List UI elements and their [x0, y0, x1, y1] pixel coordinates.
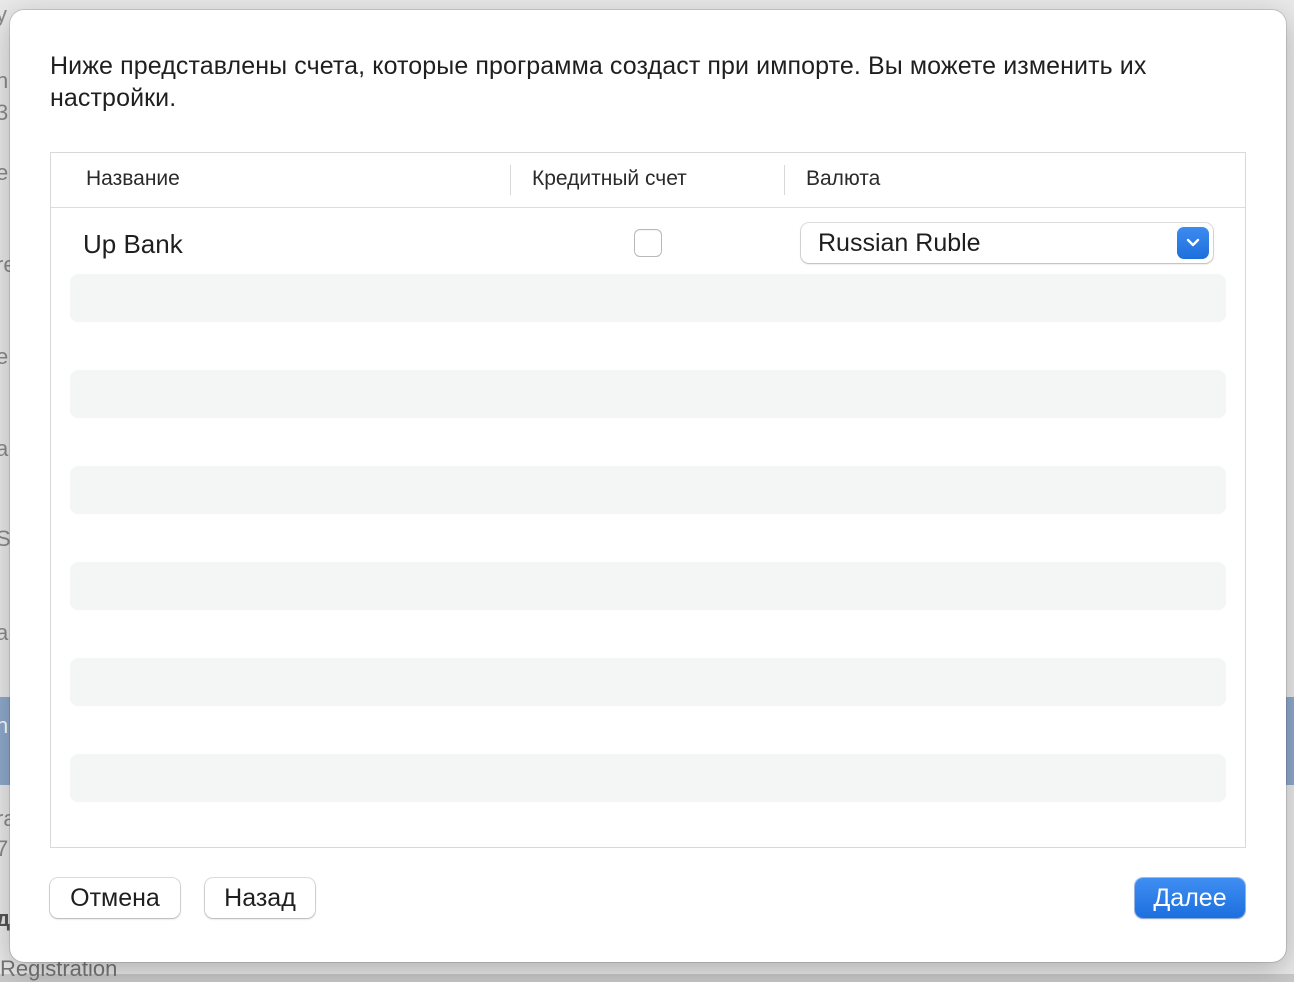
dialog-description: Ниже представлены счета, которые програм…	[50, 52, 1147, 112]
accounts-table: Название Кредитный счет Валюта Up Bank R…	[50, 152, 1246, 848]
account-name-cell[interactable]: Up Bank	[83, 229, 183, 260]
chevron-down-icon[interactable]	[1177, 227, 1209, 259]
bg-text-fragment: a	[0, 436, 9, 461]
column-separator	[784, 165, 785, 195]
bg-text-fragment: n	[0, 713, 9, 738]
back-button[interactable]: Назад	[205, 878, 315, 918]
empty-row	[70, 754, 1226, 802]
bg-text-fragment: y	[0, 2, 7, 27]
column-header-name[interactable]: Название	[86, 167, 180, 191]
table-row[interactable]: Up Bank Russian Ruble	[70, 207, 1226, 273]
credit-account-checkbox[interactable]	[634, 229, 662, 257]
bg-text-fragment: 7	[0, 836, 9, 861]
empty-row	[70, 466, 1226, 514]
table-header: Название Кредитный счет Валюта	[51, 153, 1245, 208]
column-header-currency[interactable]: Валюта	[806, 167, 880, 191]
import-accounts-dialog: Ниже представлены счета, которые програм…	[10, 10, 1286, 962]
bg-text-fragment: a	[0, 620, 9, 645]
bg-text-fragment: 3	[0, 100, 9, 125]
next-button[interactable]: Далее	[1135, 878, 1245, 918]
empty-row	[70, 274, 1226, 322]
empty-row	[70, 658, 1226, 706]
currency-select[interactable]: Russian Ruble	[801, 223, 1213, 263]
empty-row	[70, 562, 1226, 610]
cancel-button[interactable]: Отмена	[50, 878, 180, 918]
column-header-credit[interactable]: Кредитный счет	[532, 167, 687, 191]
column-separator	[510, 165, 511, 195]
bg-text-fragment: e	[0, 160, 9, 185]
bg-text-fragment: n	[0, 68, 9, 93]
currency-select-value: Russian Ruble	[818, 229, 981, 257]
empty-row	[70, 370, 1226, 418]
bg-text-fragment: д	[0, 906, 10, 931]
bg-text-fragment: e	[0, 344, 9, 369]
